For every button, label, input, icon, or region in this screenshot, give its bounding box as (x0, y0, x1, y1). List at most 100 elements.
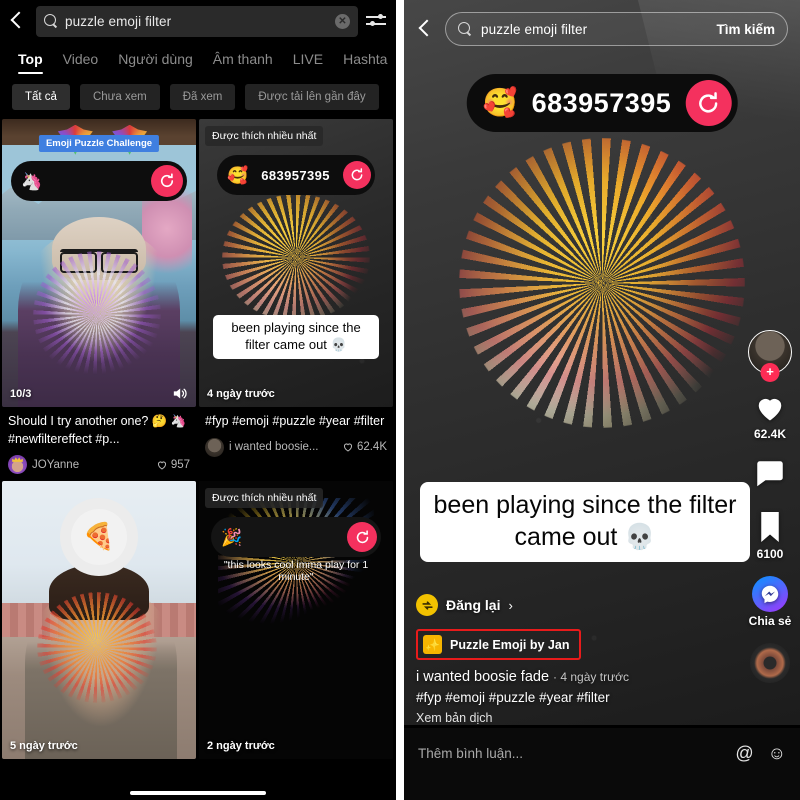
tab-hashtags[interactable]: Hashta (343, 51, 387, 74)
video-thumbnail[interactable]: Được thích nhiều nhất 🎉 "this looks cool… (199, 481, 393, 759)
card-footer: i wanted boosie... 62.4K (205, 437, 387, 457)
replay-button[interactable] (151, 165, 183, 197)
smiling-hearts-emoji-icon: 🥰 (227, 165, 249, 185)
search-submit-button[interactable]: Tìm kiếm (716, 22, 775, 37)
heart-icon (343, 443, 352, 452)
party-popper-emoji-icon: 🎉 (221, 527, 243, 547)
translate-link[interactable]: Xem bản dịch (416, 711, 788, 725)
search-query-text: puzzle emoji filter (65, 13, 172, 29)
bookmark-button[interactable]: 6100 (755, 509, 785, 561)
video-detail-screen: puzzle emoji filter Tìm kiếm 🥰 683957395… (404, 0, 800, 800)
card-footer: JOYanne 957 (8, 455, 190, 474)
unicorn-emoji-icon: 🦄 (21, 171, 43, 191)
result-card[interactable]: Emoji Puzzle Challenge 🦄 10/3 Should I t… (2, 119, 196, 478)
search-header: puzzle emoji filter ✕ (0, 0, 396, 40)
sticker-caption: been playing since the filter came out 💀 (213, 315, 379, 359)
emoji-counter-pill: 🦄 (11, 161, 187, 201)
card-username[interactable]: i wanted boosie... (229, 441, 337, 453)
clear-icon[interactable]: ✕ (335, 13, 350, 29)
emoji-counter-pill: 🥰 683957395 (466, 74, 738, 132)
video-thumbnail[interactable]: Được thích nhiều nhất 🥰 683957395 been p… (199, 119, 393, 407)
particle-effect (36, 592, 158, 704)
tab-top[interactable]: Top (18, 51, 43, 74)
replay-button[interactable] (685, 80, 732, 126)
avatar[interactable]: + (748, 330, 792, 382)
avatar[interactable] (205, 437, 224, 457)
result-tabs: Top Video Người dùng Âm thanh LIVE Hasht… (0, 40, 396, 74)
comment-button[interactable] (752, 456, 788, 494)
comment-icon (757, 461, 783, 487)
chip-unwatched[interactable]: Chưa xem (79, 84, 160, 110)
most-liked-badge: Được thích nhiều nhất (205, 488, 324, 508)
hashtags[interactable]: #fyp #emoji #puzzle #year #filter (416, 690, 788, 705)
particle-effect (33, 251, 162, 379)
back-icon[interactable] (414, 18, 436, 40)
video-info-panel: Đăng lại › ✨ Puzzle Emoji by Jan i wante… (404, 594, 800, 725)
detail-search-header: puzzle emoji filter Tìm kiếm (404, 0, 800, 46)
video-caption-sticker: been playing since the filter came out 💀 (420, 482, 750, 562)
video-timestamp: 5 ngày trước (10, 740, 78, 752)
like-count: 62.4K (342, 441, 387, 453)
result-card[interactable]: 🍕 5 ngày trước (2, 481, 196, 759)
card-username[interactable]: JOYanne (32, 459, 151, 471)
heart-icon (157, 461, 166, 470)
dual-screenshot: puzzle emoji filter ✕ Top Video Người dù… (0, 0, 800, 800)
particle-effect (222, 193, 370, 321)
back-icon[interactable] (6, 10, 28, 32)
heart-icon (758, 398, 782, 421)
posted-time: · 4 ngày trước (553, 670, 629, 684)
chip-watched[interactable]: Đã xem (169, 84, 236, 110)
search-input[interactable]: puzzle emoji filter Tìm kiếm (445, 12, 788, 46)
replay-button[interactable] (347, 522, 377, 552)
sparkle-effect-icon: ✨ (423, 635, 442, 654)
result-card[interactable]: Được thích nhiều nhất 🥰 683957395 been p… (199, 119, 393, 478)
home-indicator (130, 790, 266, 795)
search-icon (458, 22, 472, 36)
search-icon (44, 14, 58, 28)
filter-chips: Tất cả Chưa xem Đã xem Được tải lên gần … (0, 74, 396, 119)
pizza-emoji-icon: 🍕 (60, 497, 138, 576)
bookmark-icon (761, 512, 779, 542)
chevron-right-icon: › (508, 597, 513, 613)
like-button[interactable]: 62.4K (752, 389, 788, 441)
video-timestamp: 2 ngày trước (207, 740, 275, 752)
video-duration: 10/3 (10, 388, 32, 400)
tab-live[interactable]: LIVE (293, 51, 323, 74)
card-meta: #fyp #emoji #puzzle #year #filter i want… (199, 407, 393, 461)
search-input[interactable]: puzzle emoji filter ✕ (36, 5, 358, 37)
challenge-badge: Emoji Puzzle Challenge (38, 135, 160, 152)
search-query-text: puzzle emoji filter (481, 21, 588, 37)
like-count: 957 (156, 459, 190, 471)
sound-icon[interactable] (171, 385, 188, 400)
video-thumbnail[interactable]: Emoji Puzzle Challenge 🦄 10/3 (2, 119, 196, 407)
follow-plus-icon[interactable]: + (760, 363, 780, 382)
most-liked-badge: Được thích nhiều nhất (205, 126, 324, 146)
comment-input[interactable]: Thêm bình luận... (418, 746, 721, 761)
repost-row[interactable]: Đăng lại › (416, 594, 788, 616)
tab-users[interactable]: Người dùng (118, 51, 193, 74)
sticker-caption: "this looks cool imma play for 1 minute" (223, 559, 369, 583)
tab-video[interactable]: Video (63, 51, 99, 74)
filter-settings-icon[interactable] (366, 12, 386, 30)
repost-label: Đăng lại (446, 597, 501, 613)
card-meta: Should I try another one? 🤔 🦄 #newfilter… (2, 407, 196, 478)
emoji-counter-pill: 🎉 (211, 517, 381, 557)
search-results-screen: puzzle emoji filter ✕ Top Video Người dù… (0, 0, 396, 800)
smiling-hearts-emoji-icon: 🥰 (482, 87, 518, 118)
author-line[interactable]: i wanted boosie fade · 4 ngày trước (416, 669, 788, 685)
avatar[interactable] (8, 455, 27, 474)
effect-link[interactable]: ✨ Puzzle Emoji by Jan (416, 629, 582, 660)
result-card[interactable]: Được thích nhiều nhất 🎉 "this looks cool… (199, 481, 393, 759)
tab-sounds[interactable]: Âm thanh (213, 51, 273, 74)
like-count: 62.4K (753, 427, 787, 441)
comment-bar[interactable]: Thêm bình luận... @ ☺ (404, 728, 800, 800)
results-grid: Emoji Puzzle Challenge 🦄 10/3 Should I t… (0, 119, 396, 759)
replay-button[interactable] (343, 161, 371, 189)
emoji-picker-icon[interactable]: ☺ (768, 744, 786, 762)
video-timestamp: 4 ngày trước (207, 388, 275, 400)
chip-all[interactable]: Tất cả (12, 84, 70, 110)
chip-recently-uploaded[interactable]: Được tải lên gần đây (245, 84, 379, 110)
card-title: Should I try another one? 🤔 🦄 #newfilter… (8, 414, 187, 446)
video-thumbnail[interactable]: 🍕 5 ngày trước (2, 481, 196, 759)
mention-icon[interactable]: @ (735, 744, 753, 762)
